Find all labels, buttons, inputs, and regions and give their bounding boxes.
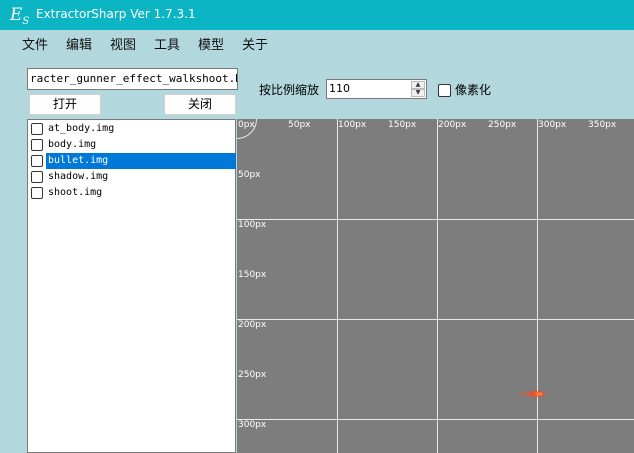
x-ruler-label: 0px — [238, 120, 255, 130]
y-ruler-label: 50px — [238, 170, 261, 180]
x-ruler-label: 350px — [588, 120, 617, 130]
window-title: ExtractorSharp Ver 1.7.3.1 — [36, 7, 196, 21]
spin-up-icon[interactable]: ▲ — [411, 81, 425, 89]
es-logo-icon: ES — [10, 5, 30, 27]
menu-view[interactable]: 视图 — [110, 34, 136, 53]
menu-about[interactable]: 关于 — [242, 34, 268, 53]
y-ruler-label: 100px — [238, 220, 267, 230]
grid-line — [237, 219, 634, 220]
file-path-field[interactable]: racter_gunner_effect_walkshoot.NPK — [27, 68, 238, 90]
item-label[interactable]: shadow.img — [46, 169, 236, 185]
grid-line — [237, 319, 634, 320]
x-ruler-label: 200px — [438, 120, 467, 130]
menu-edit[interactable]: 编辑 — [66, 34, 92, 53]
pixelate-label[interactable]: 像素化 — [455, 81, 491, 98]
app-window: ES ExtractorSharp Ver 1.7.3.1 文件 编辑 视图 工… — [0, 0, 634, 453]
x-ruler-label: 100px — [338, 120, 367, 130]
x-ruler-label: 300px — [538, 120, 567, 130]
scale-label: 按比例缩放 — [259, 83, 320, 97]
scale-spinbox[interactable]: 110 ▲ ▼ — [326, 79, 427, 99]
item-checkbox[interactable] — [31, 187, 43, 199]
open-button[interactable]: 打开 — [29, 94, 101, 115]
item-checkbox[interactable] — [31, 171, 43, 183]
scale-value[interactable]: 110 — [329, 82, 350, 95]
list-item-selected[interactable]: bullet.img — [29, 153, 236, 169]
grid-line — [537, 119, 538, 453]
list-item[interactable]: shoot.img — [29, 185, 236, 201]
grid-line — [437, 119, 438, 453]
x-ruler-label: 50px — [288, 120, 311, 130]
item-checkbox[interactable] — [31, 139, 43, 151]
y-ruler-label: 200px — [238, 320, 267, 330]
x-ruler-label: 250px — [488, 120, 517, 130]
preview-canvas[interactable]: 0px 50px 100px 150px 200px 250px 300px 3… — [237, 119, 634, 453]
menu-tools[interactable]: 工具 — [154, 34, 180, 53]
img-file-list[interactable]: at_body.img body.img bullet.img shadow.i… — [27, 119, 236, 453]
item-checkbox[interactable] — [31, 123, 43, 135]
menu-bar: 文件 编辑 视图 工具 模型 关于 — [0, 30, 634, 54]
item-label[interactable]: shoot.img — [46, 185, 236, 201]
title-bar[interactable]: ES ExtractorSharp Ver 1.7.3.1 — [0, 0, 634, 30]
item-label[interactable]: body.img — [46, 137, 236, 153]
item-label[interactable]: at_body.img — [46, 121, 236, 137]
close-button[interactable]: 关闭 — [164, 94, 236, 115]
x-ruler-label: 150px — [388, 120, 417, 130]
list-item[interactable]: shadow.img — [29, 169, 236, 185]
bullet-sprite — [517, 390, 546, 398]
item-label[interactable]: bullet.img — [46, 153, 236, 169]
spin-down-icon[interactable]: ▼ — [411, 89, 425, 97]
pixelate-checkbox[interactable] — [438, 84, 451, 97]
grid-line — [337, 119, 338, 453]
y-ruler-label: 150px — [238, 270, 267, 280]
menu-file[interactable]: 文件 — [22, 34, 48, 53]
menu-model[interactable]: 模型 — [198, 34, 224, 53]
y-ruler-label: 250px — [238, 370, 267, 380]
list-item[interactable]: body.img — [29, 137, 236, 153]
y-ruler-label: 300px — [238, 420, 267, 430]
list-item[interactable]: at_body.img — [29, 121, 236, 137]
item-checkbox[interactable] — [31, 155, 43, 167]
grid-line — [237, 419, 634, 420]
